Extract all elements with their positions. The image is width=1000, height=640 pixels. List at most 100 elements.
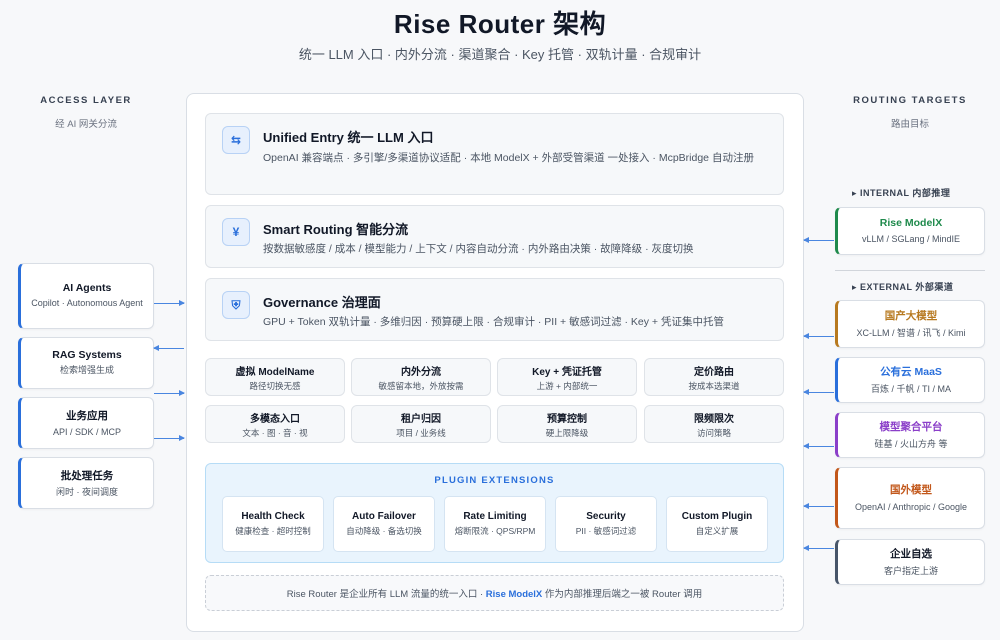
target-title: 企业自选 [890, 548, 932, 560]
target-title: 公有云 MaaS [880, 366, 942, 378]
access-card-title: RAG Systems [52, 349, 122, 361]
target-title: 国产大模型 [884, 310, 938, 322]
layer-unified-entry: ⇆ Unified Entry 统一 LLM 入口 OpenAI 兼容端点 · … [205, 113, 784, 195]
feature-title: 内外分流 [401, 366, 441, 378]
target-desc: XC-LLM / 智谱 / 讯飞 / Kimi [856, 328, 966, 338]
arrow-right [154, 300, 185, 306]
arrow-left [153, 345, 184, 351]
feature-title: 定价路由 [694, 366, 734, 378]
target-desc: 客户指定上游 [883, 566, 938, 576]
plugin-auto-failover: Auto Failover 自动降级 · 备选切换 [333, 496, 435, 552]
plugin-rate-limiting: Rate Limiting 熔断限流 · QPS/RPM [444, 496, 546, 552]
plugin-title: Rate Limiting [463, 511, 527, 522]
feature-title: 预算控制 [547, 413, 587, 425]
access-card-desc: 闲时 · 夜间调度 [56, 486, 118, 497]
target-title: Rise ModelX [879, 216, 943, 229]
plugin-extensions-title: PLUGIN EXTENSIONS [434, 475, 555, 486]
target-title: 模型聚合平台 [879, 421, 943, 433]
arrow-left [803, 237, 834, 243]
layer-desc: GPU + Token 双轨计量 · 多维归因 · 预算硬上限 · 合规审计 ·… [263, 316, 724, 328]
page-title: Rise Router 架构 [393, 9, 607, 39]
target-foreign-models: 国外模型 OpenAI / Anthropic / Google [835, 467, 985, 529]
feature-desc: 按成本选渠道 [688, 380, 740, 391]
plugin-security: Security PII · 敏感词过滤 [555, 496, 657, 552]
feature-pricing-routing: 定价路由 按成本选渠道 [644, 358, 784, 396]
footer-note: Rise Router 是企业所有 LLM 流量的统一入口 · Rise Mod… [205, 586, 784, 600]
feature-desc: 敏感留本地，外放按需 [378, 380, 464, 391]
layer-desc: 按数据敏感度 / 成本 / 模型能力 / 上下文 / 内容自动分流 · 内外路由… [263, 243, 694, 255]
feature-title: 限频限次 [694, 413, 734, 425]
access-card-business-apps: 业务应用 API / SDK / MCP [18, 397, 154, 449]
feature-desc: 上游 + 内部统一 [536, 380, 598, 391]
target-public-cloud-maas: 公有云 MaaS 百炼 / 千帆 / TI / MA [835, 357, 985, 403]
footer-note-highlight: Rise ModelX [485, 589, 543, 600]
feature-title: Key + 凭证托管 [532, 366, 602, 378]
plugin-desc: 自动降级 · 备选切换 [346, 526, 422, 536]
arrow-right [154, 390, 185, 396]
feature-key-credential-custody: Key + 凭证托管 上游 + 内部统一 [497, 358, 637, 396]
internal-group-label: ▸ INTERNAL 内部推理 [852, 188, 951, 198]
feature-title: 租户归因 [401, 413, 441, 425]
layer-title: Smart Routing 智能分流 [263, 222, 409, 237]
feature-title: 虚拟 ModelName [235, 366, 315, 378]
access-card-desc: API / SDK / MCP [52, 426, 121, 437]
swap-icon: ⇆ [222, 126, 250, 154]
feature-rate-quota: 限频限次 访问策略 [644, 405, 784, 443]
access-card-title: 批处理任务 [60, 469, 114, 482]
arrow-left [803, 545, 834, 551]
target-divider [835, 270, 985, 271]
feature-desc: 项目 / 业务线 [396, 427, 446, 438]
access-card-rag-systems: RAG Systems 检索增强生成 [18, 337, 154, 389]
arrow-right [154, 435, 185, 441]
routing-targets-heading: ROUTING TARGETS [853, 95, 967, 106]
layer-desc: OpenAI 兼容端点 · 多引擎/多渠道协议适配 · 本地 ModelX + … [263, 152, 754, 164]
footer-note-after: 作为内部推理后端之一被 Router 调用 [542, 589, 703, 600]
plugin-title: Auto Failover [352, 511, 416, 522]
feature-virtual-modelname: 虚拟 ModelName 路径切换无感 [205, 358, 345, 396]
feature-desc: 硬上限降级 [545, 427, 589, 438]
plugin-desc: 健康检查 · 超时控制 [235, 526, 311, 536]
target-desc: vLLM / SGLang / MindIE [861, 233, 961, 244]
feature-budget-control: 预算控制 硬上限降级 [497, 405, 637, 443]
access-card-desc: 检索增强生成 [59, 365, 114, 375]
access-card-batch-jobs: 批处理任务 闲时 · 夜间调度 [18, 457, 154, 509]
access-card-title: 业务应用 [66, 409, 108, 422]
feature-desc: 文本 · 图 · 音 · 视 [242, 427, 308, 438]
target-desc: OpenAI / Anthropic / Google [854, 502, 968, 512]
plugin-desc: 熔断限流 · QPS/RPM [454, 526, 536, 536]
arrow-left [803, 333, 834, 339]
target-desc: 百炼 / 千帆 / TI / MA [870, 384, 951, 394]
page-subtitle: 统一 LLM 入口 · 内外分流 · 渠道聚合 · Key 托管 · 双轨计量 … [298, 47, 702, 62]
layer-title: Governance 治理面 [263, 295, 381, 310]
access-card-title: AI Agents [62, 282, 112, 294]
feature-internal-external-split: 内外分流 敏感留本地，外放按需 [351, 358, 491, 396]
access-layer-subheading: 经 AI 网关分流 [55, 119, 117, 130]
feature-desc: 访问策略 [696, 427, 731, 438]
access-card-ai-agents: AI Agents Copilot · Autonomous Agent [18, 263, 154, 329]
target-title: 国外模型 [890, 484, 932, 496]
plugin-title: Custom Plugin [681, 511, 753, 522]
yen-icon: ¥ [222, 218, 250, 246]
target-domestic-llm: 国产大模型 XC-LLM / 智谱 / 讯飞 / Kimi [835, 300, 985, 348]
target-enterprise-choice: 企业自选 客户指定上游 [835, 539, 985, 585]
feature-title: 多模态入口 [250, 413, 300, 425]
plugin-desc: PII · 敏感词过滤 [575, 526, 637, 536]
arrow-left [803, 443, 834, 449]
plugin-health-check: Health Check 健康检查 · 超时控制 [222, 496, 324, 552]
access-layer-heading: ACCESS LAYER [40, 95, 132, 106]
plugin-title: Health Check [241, 511, 305, 522]
plugin-desc: 自定义扩展 [695, 526, 739, 536]
plugin-custom: Custom Plugin 自定义扩展 [666, 496, 768, 552]
feature-multimodal-entry: 多模态入口 文本 · 图 · 音 · 视 [205, 405, 345, 443]
layer-smart-routing: ¥ Smart Routing 智能分流 按数据敏感度 / 成本 / 模型能力 … [205, 205, 784, 268]
feature-tenant-attribution: 租户归因 项目 / 业务线 [351, 405, 491, 443]
external-group-label: ▸ EXTERNAL 外部渠道 [852, 282, 954, 292]
feature-desc: 路径切换无感 [249, 380, 301, 391]
shield-icon: ⛨ [222, 291, 250, 319]
layer-governance: ⛨ Governance 治理面 GPU + Token 双轨计量 · 多维归因… [205, 278, 784, 341]
routing-targets-subheading: 路由目标 [890, 119, 929, 130]
access-card-desc: Copilot · Autonomous Agent [31, 298, 143, 308]
target-model-aggregator: 模型聚合平台 硅基 / 火山方舟 等 [835, 412, 985, 458]
target-desc: 硅基 / 火山方舟 等 [874, 439, 948, 449]
arrow-left [803, 389, 834, 395]
